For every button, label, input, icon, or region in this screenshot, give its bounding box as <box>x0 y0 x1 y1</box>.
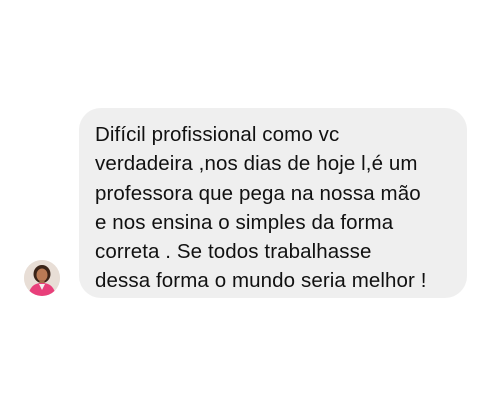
profile-photo-icon <box>24 260 60 296</box>
message-line: e nos ensina o simples da forma <box>95 210 394 234</box>
message-line: professora que pega na nossa mão <box>95 181 421 205</box>
message-text: Difícil profissional como vc verdadeira … <box>95 120 453 296</box>
message-bubble[interactable]: Difícil profissional como vc verdadeira … <box>79 108 467 298</box>
message-line: correta . Se todos trabalhasse <box>95 240 372 264</box>
message-line: Difícil profissional como vc <box>95 123 340 146</box>
dm-conversation-view: Difícil profissional como vc verdadeira … <box>0 0 500 400</box>
message-line: dessa forma o mundo seria melhor ! <box>95 269 427 293</box>
incoming-message-row: Difícil profissional como vc verdadeira … <box>24 108 472 300</box>
sender-avatar[interactable] <box>24 260 60 296</box>
message-line: verdadeira ,nos dias de hoje l,é um <box>95 152 418 176</box>
